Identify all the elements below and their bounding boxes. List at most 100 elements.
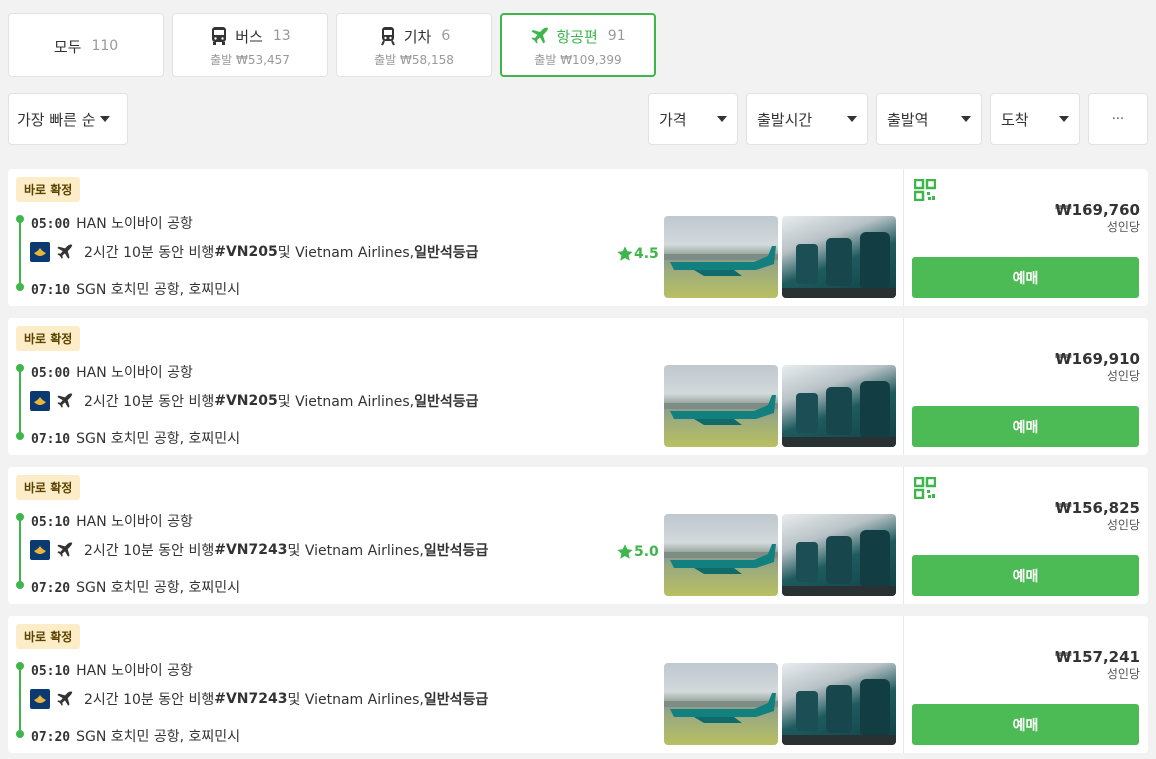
departure-dot — [16, 364, 24, 372]
result-card[interactable]: 바로 확정 05:10 HAN 노이바이 공항 2시간 10분 동안 비행 #VN… — [8, 616, 1148, 753]
caret-down-icon — [99, 116, 110, 122]
cabin-image — [782, 232, 896, 298]
tab-subtitle: 출발 ₩58,158 — [374, 53, 454, 67]
airplane-icon — [56, 243, 74, 261]
caret-down-icon — [1059, 116, 1069, 122]
price-unit: 성인당 — [1106, 667, 1140, 681]
cabin-image — [782, 679, 896, 745]
flight-duration: 2시간 10분 동안 비행 — [84, 394, 215, 410]
arrival-row: 07:10 SGN 호치민 공항, 호찌민시 — [31, 279, 240, 299]
cabin-image — [782, 381, 896, 447]
aircraft-photo[interactable] — [664, 663, 778, 745]
arrival-place: SGN 호치민 공항, 호찌민시 — [76, 580, 241, 596]
departure-dot — [16, 662, 24, 670]
route-line — [19, 219, 21, 287]
cabin-photo[interactable] — [782, 365, 896, 447]
route-line — [19, 368, 21, 436]
result-card[interactable]: 바로 확정 05:10 HAN 노이바이 공항 2시간 10분 동안 비행 #VN… — [8, 467, 1148, 604]
trip-info: 바로 확정 05:10 HAN 노이바이 공항 2시간 10분 동안 비행 #VN… — [8, 616, 904, 753]
departure-time: 05:10 — [31, 515, 71, 530]
flight-duration: 2시간 10분 동안 비행 — [84, 543, 215, 559]
filter-label: 출발시간 — [757, 110, 813, 129]
tab-label: 모두 — [53, 37, 82, 56]
airplane-icon — [56, 690, 74, 708]
flight-duration: 2시간 10분 동안 비행 — [84, 692, 215, 708]
arrival-place: SGN 호치민 공항, 호찌민시 — [76, 431, 241, 447]
tab-count: 6 — [441, 28, 451, 44]
rating: 4.5 — [616, 245, 659, 263]
departure-place: HAN 노이바이 공항 — [76, 514, 193, 530]
aircraft-image — [664, 395, 778, 425]
departure-dot — [16, 215, 24, 223]
sort-dropdown[interactable]: 가장 빠른 순 — [8, 93, 128, 145]
filter-departure-time[interactable]: 출발시간 — [746, 93, 868, 145]
flight-number: #VN205 — [214, 393, 278, 409]
book-button[interactable]: 예매 — [912, 704, 1139, 745]
airplane-icon — [530, 26, 550, 46]
filter-departure-station[interactable]: 출발역 — [876, 93, 982, 145]
departure-dot — [16, 513, 24, 521]
book-button[interactable]: 예매 — [912, 257, 1139, 298]
cabin-class: 일반석등급 — [414, 245, 479, 261]
aircraft-photo[interactable] — [664, 216, 778, 298]
price-panel: ₩157,241 성인당 예매 — [904, 616, 1148, 753]
tab-count: 110 — [91, 38, 119, 54]
arrival-dot — [16, 432, 24, 440]
star-icon — [617, 246, 633, 261]
aircraft-image — [664, 246, 778, 276]
qr-code-icon — [913, 178, 937, 202]
star-icon — [617, 544, 633, 559]
tab-all[interactable]: 모두 110 — [8, 13, 164, 77]
airline-name: 및 Vietnam Airlines, — [277, 394, 415, 410]
departure-place: HAN 노이바이 공항 — [76, 365, 193, 381]
cabin-photo[interactable] — [782, 216, 896, 298]
cabin-photo[interactable] — [782, 514, 896, 596]
trip-info: 바로 확정 05:00 HAN 노이바이 공항 2시간 10분 동안 비행 #VN… — [8, 169, 904, 306]
book-button[interactable]: 예매 — [912, 555, 1139, 596]
flight-summary: 2시간 10분 동안 비행 #VN7243 및 Vietnam Airlines… — [30, 540, 488, 560]
flight-summary: 2시간 10분 동안 비행 #VN205 및 Vietnam Airlines,… — [30, 391, 479, 411]
result-card[interactable]: 바로 확정 05:00 HAN 노이바이 공항 2시간 10분 동안 비행 #VN… — [8, 169, 1148, 306]
airline-logo-icon — [30, 540, 50, 560]
flight-number: #VN7243 — [214, 691, 288, 707]
tab-flight[interactable]: 항공편 91 출발 ₩109,399 — [500, 13, 656, 77]
tab-subtitle: 출발 ₩53,457 — [210, 53, 290, 67]
tab-bus[interactable]: 버스 13 출발 ₩53,457 — [172, 13, 328, 77]
arrival-time: 07:20 — [31, 730, 71, 745]
aircraft-photo[interactable] — [664, 514, 778, 596]
arrival-row: 07:20 SGN 호치민 공항, 호찌민시 — [31, 577, 240, 597]
price-unit: 성인당 — [1106, 518, 1140, 532]
more-filters-button[interactable]: ··· — [1088, 93, 1148, 145]
cabin-image — [782, 530, 896, 596]
caret-down-icon — [961, 116, 971, 122]
tab-label: 버스 — [235, 27, 263, 46]
tab-count: 91 — [607, 28, 626, 44]
airline-logo-icon — [30, 242, 50, 262]
filter-price[interactable]: 가격 — [648, 93, 738, 145]
price: ₩169,910 — [1055, 350, 1140, 368]
rating-value: 4.5 — [634, 246, 659, 262]
flight-duration: 2시간 10분 동안 비행 — [84, 245, 215, 261]
aircraft-image — [664, 544, 778, 574]
price-panel: ₩169,910 성인당 예매 — [904, 318, 1148, 455]
bus-icon — [209, 26, 229, 46]
airplane-icon — [56, 541, 74, 559]
departure-place: HAN 노이바이 공항 — [76, 216, 193, 232]
result-card[interactable]: 바로 확정 05:00 HAN 노이바이 공항 2시간 10분 동안 비행 #VN… — [8, 318, 1148, 455]
airline-logo-icon — [30, 689, 50, 709]
route-line — [19, 517, 21, 585]
caret-down-icon — [847, 116, 857, 122]
cabin-photo[interactable] — [782, 663, 896, 745]
price: ₩169,760 — [1055, 201, 1140, 219]
filter-label: 도착 — [1001, 110, 1029, 129]
filter-arrival[interactable]: 도착 — [990, 93, 1080, 145]
aircraft-photo[interactable] — [664, 365, 778, 447]
instant-confirm-badge: 바로 확정 — [16, 475, 81, 500]
tab-count: 13 — [272, 28, 291, 44]
tab-train[interactable]: 기차 6 출발 ₩58,158 — [336, 13, 492, 77]
arrival-time: 07:10 — [31, 432, 71, 447]
flight-number: #VN7243 — [214, 542, 288, 558]
price: ₩157,241 — [1055, 648, 1140, 666]
book-button[interactable]: 예매 — [912, 406, 1139, 447]
departure-time: 05:00 — [31, 366, 71, 381]
